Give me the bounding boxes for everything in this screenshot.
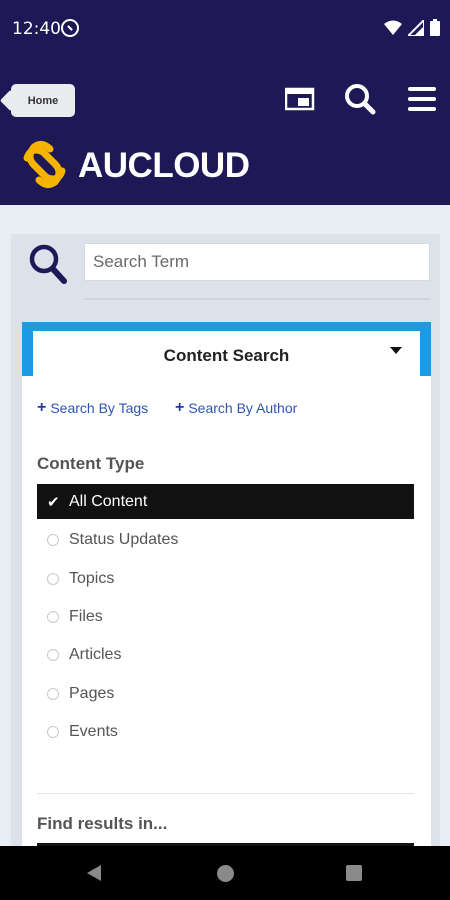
option-all-content[interactable]: ✔ All Content xyxy=(37,484,414,519)
plus-icon: + xyxy=(37,399,47,416)
home-button[interactable]: Home xyxy=(11,84,75,117)
search-divider xyxy=(84,298,430,300)
brand-name: AUCLOUD xyxy=(78,145,250,185)
radio-icon xyxy=(47,572,59,585)
search-by-author-label: Search By Author xyxy=(188,400,298,416)
option-label: All Content xyxy=(69,492,148,510)
tab-content-search-label: Content Search xyxy=(163,346,290,365)
option-label: Files xyxy=(69,607,103,625)
option-label: Topics xyxy=(69,569,115,587)
option-articles[interactable]: Articles xyxy=(37,637,414,672)
signal-icon xyxy=(408,19,424,36)
window-icon[interactable] xyxy=(284,83,316,115)
option-topics[interactable]: Topics xyxy=(37,561,414,596)
home-nav-icon[interactable] xyxy=(217,865,234,882)
option-pages[interactable]: Pages xyxy=(37,676,414,711)
radio-icon xyxy=(47,687,59,700)
radio-icon xyxy=(47,725,59,738)
search-by-tags-link[interactable]: + Search By Tags xyxy=(37,399,148,417)
radio-icon xyxy=(47,533,59,546)
status-indicators xyxy=(384,19,440,36)
system-nav-bar xyxy=(0,846,450,900)
battery-icon xyxy=(430,19,440,36)
home-button-label: Home xyxy=(27,94,59,107)
find-results-heading: Find results in... xyxy=(37,814,168,833)
search-icon[interactable] xyxy=(28,243,68,290)
tab-content-search[interactable]: Content Search xyxy=(33,331,420,376)
plus-icon: + xyxy=(175,399,185,416)
option-label: Events xyxy=(69,722,118,740)
content-type-heading: Content Type xyxy=(37,454,145,473)
caret-down-icon[interactable] xyxy=(390,347,402,354)
wifi-icon xyxy=(384,20,402,35)
back-nav-icon[interactable] xyxy=(87,865,101,881)
status-time: 12:40 xyxy=(12,19,61,39)
option-label: Pages xyxy=(69,684,115,702)
section-divider xyxy=(37,793,414,794)
recents-nav-icon[interactable] xyxy=(346,865,362,881)
option-status-updates[interactable]: Status Updates xyxy=(37,522,414,557)
menu-icon[interactable] xyxy=(406,83,438,115)
search-input[interactable] xyxy=(84,243,430,281)
radio-icon xyxy=(47,648,59,661)
check-icon: ✔ xyxy=(47,493,60,511)
option-label: Status Updates xyxy=(69,530,179,548)
search-icon[interactable] xyxy=(344,83,376,115)
option-files[interactable]: Files xyxy=(37,599,414,634)
brand-logo[interactable]: AUCLOUD xyxy=(17,138,250,193)
brand-mark-icon xyxy=(23,140,66,189)
app-notification-icon xyxy=(61,19,79,37)
status-bar: 12:40 xyxy=(0,0,450,58)
app-header: Home AUCLOUD xyxy=(0,58,450,205)
option-label: Articles xyxy=(69,645,122,663)
content-search-card: Content Search + Search By Tags + Search… xyxy=(22,322,431,863)
search-by-tags-label: Search By Tags xyxy=(50,400,149,416)
radio-icon xyxy=(47,610,59,623)
option-events[interactable]: Events xyxy=(37,714,414,749)
search-by-author-link[interactable]: + Search By Author xyxy=(175,399,297,417)
